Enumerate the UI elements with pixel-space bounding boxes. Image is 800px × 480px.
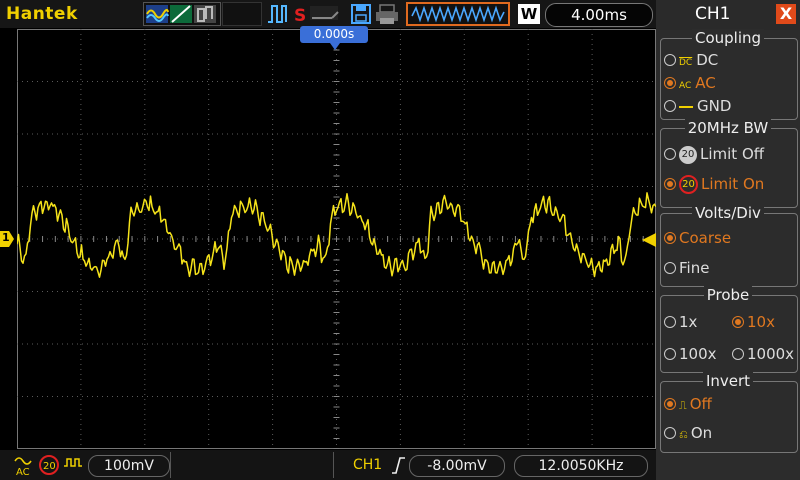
blank-status-slot: [222, 2, 262, 26]
storage-icons[interactable]: [350, 2, 402, 26]
bw-limit-off-option[interactable]: 20 Limit Off: [664, 145, 764, 164]
radio-icon: [664, 261, 676, 274]
invert-off-icon: [64, 458, 82, 467]
probe-100x-option[interactable]: 100x: [664, 345, 717, 363]
volts-div-fine-option[interactable]: Fine: [664, 259, 709, 277]
invert-on-icon: ⎌: [679, 428, 688, 441]
radio-icon: [664, 231, 676, 244]
radio-icon: [664, 177, 676, 190]
brand-logo: Hantek: [6, 4, 78, 24]
radio-icon: [664, 397, 676, 410]
invert-on-option[interactable]: ⎌ On: [664, 424, 712, 442]
volts-div-coarse-option[interactable]: Coarse: [664, 229, 731, 247]
trigger-level-readout[interactable]: -8.00mV: [409, 455, 505, 477]
svg-text:20: 20: [43, 461, 56, 472]
frequency-readout: 12.0050KHz: [514, 455, 648, 477]
radio-icon: [732, 315, 744, 328]
radio-icon: [664, 426, 676, 439]
graticule: [17, 29, 656, 449]
radio-icon: [664, 315, 676, 328]
acquisition-mode-badge[interactable]: W: [518, 4, 540, 24]
timebase-readout[interactable]: 4.00ms: [545, 3, 653, 27]
coupling-title: Coupling: [656, 29, 800, 47]
acquisition-status-icons[interactable]: S: [266, 2, 346, 26]
bandwidth-group: [660, 128, 798, 208]
display-mode-icons[interactable]: [143, 2, 221, 26]
waveform-icon: [146, 5, 169, 23]
coupling-option-dc[interactable]: DC DC: [664, 51, 718, 69]
bandwidth-title: 20MHz BW: [656, 119, 800, 137]
print-icon: [376, 4, 398, 24]
radio-icon: [664, 147, 676, 160]
invert-group: [660, 381, 798, 453]
bw-20mhz-icon: 20: [679, 145, 697, 164]
trigger-pulse-icon: [268, 5, 287, 23]
trigger-position-marker[interactable]: 0.000s: [300, 26, 368, 43]
invert-off-option[interactable]: ⎍ Off: [664, 395, 712, 413]
radio-icon: [664, 76, 676, 89]
volts-per-div-readout[interactable]: 100mV: [88, 455, 170, 477]
ac-coupling-icon: AC: [679, 81, 692, 91]
status-divider: [170, 452, 171, 478]
probe-1x-option[interactable]: 1x: [664, 313, 697, 331]
trigger-position-arrow: [330, 43, 340, 50]
radio-icon: [664, 99, 676, 112]
radio-icon: [664, 53, 676, 66]
radio-icon: [732, 347, 744, 360]
memory-waveform-icon: [411, 5, 505, 23]
bw-limit-on-option[interactable]: 20 Limit On: [664, 175, 764, 194]
rising-edge-icon: [392, 457, 405, 474]
probe-10x-option[interactable]: 10x: [732, 313, 775, 331]
bw-20mhz-icon: 20: [679, 175, 698, 194]
invert-off-icon: ⎍: [679, 399, 687, 412]
stop-state-indicator: S: [294, 6, 306, 26]
dc-coupling-icon: DC: [679, 58, 693, 68]
persistence-icon: [194, 5, 216, 23]
panel-title: CH1: [695, 4, 731, 24]
ch1-status-icons: AC 20: [14, 455, 82, 478]
close-button[interactable]: X: [776, 4, 796, 24]
ch1-ground-marker[interactable]: 1: [0, 231, 14, 247]
ground-icon: [679, 94, 693, 108]
radio-icon: [664, 347, 676, 360]
coupling-option-ac[interactable]: AC AC: [664, 74, 716, 92]
volts-div-title: Volts/Div: [656, 204, 800, 222]
memory-position-indicator[interactable]: [406, 2, 510, 26]
probe-1000x-option[interactable]: 1000x: [732, 345, 794, 363]
trigger-level-marker[interactable]: [642, 233, 656, 247]
waveform-display[interactable]: [17, 29, 656, 449]
ac-coupling-icon: AC: [14, 457, 32, 478]
coupling-option-gnd[interactable]: GND: [664, 97, 731, 115]
invert-title: Invert: [656, 372, 800, 390]
probe-title: Probe: [656, 286, 800, 304]
status-divider: [333, 452, 334, 478]
svg-text:AC: AC: [16, 467, 30, 478]
trigger-source-label: CH1: [353, 457, 383, 473]
save-icon: [351, 4, 371, 24]
vector-icon: [170, 5, 192, 23]
bandwidth-limit-icon: 20: [39, 455, 59, 475]
